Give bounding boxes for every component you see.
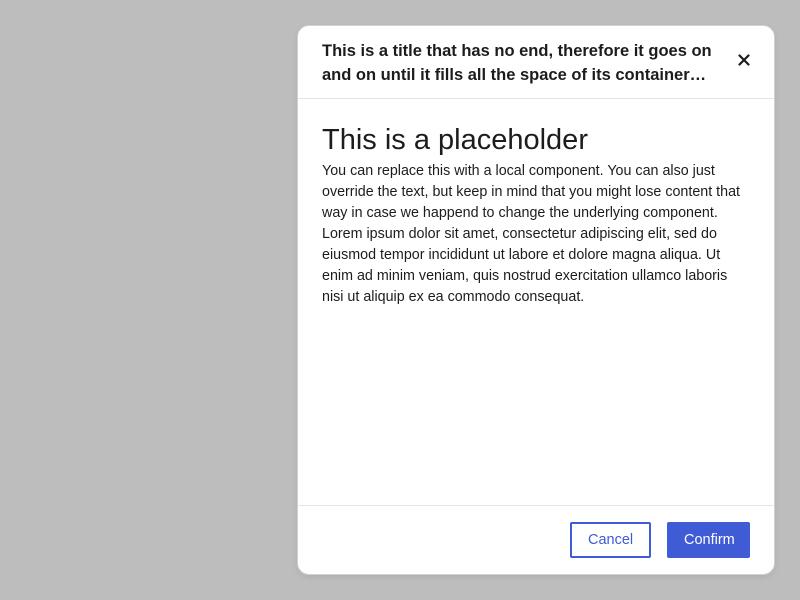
confirm-button[interactable]: Confirm	[667, 522, 750, 558]
close-icon	[738, 53, 750, 71]
cancel-button[interactable]: Cancel	[570, 522, 651, 558]
dialog: This is a title that has no end, therefo…	[297, 25, 775, 575]
dialog-body: This is a placeholder You can replace th…	[298, 99, 774, 505]
dialog-title: This is a title that has no end, therefo…	[322, 42, 712, 84]
body-heading: This is a placeholder	[322, 124, 588, 156]
body-text: You can replace this with a local compon…	[322, 163, 741, 305]
dialog-header: This is a title that has no end, therefo…	[298, 26, 774, 99]
dialog-footer: Cancel Confirm	[298, 505, 774, 574]
close-button[interactable]	[730, 48, 758, 76]
